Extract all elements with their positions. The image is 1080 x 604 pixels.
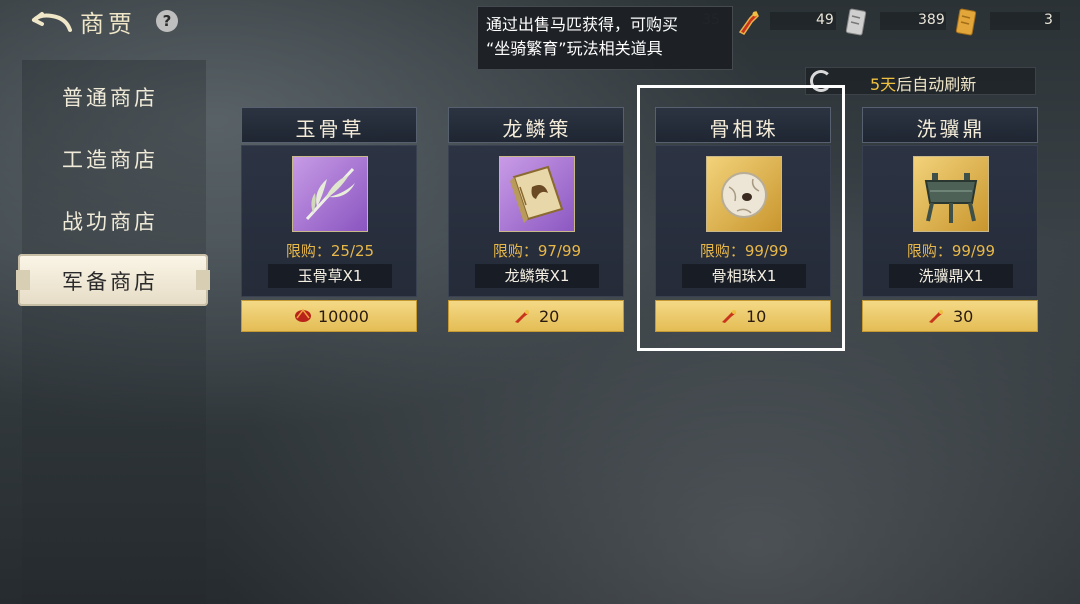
item-title-bar: 玉骨草	[241, 107, 417, 143]
herb-icon	[292, 156, 368, 232]
horse-token-icon	[929, 310, 943, 323]
tripod-cauldron-icon	[913, 156, 989, 232]
sidebar-item-merit-shop[interactable]: 战功商店	[62, 206, 158, 236]
tab-cap-right	[196, 270, 210, 290]
item-body: 限购：99/99 洗骥鼎X1	[862, 145, 1038, 297]
currency-gold-plate: 389	[880, 6, 990, 36]
currency-silver-plate: 49	[770, 6, 880, 36]
horse-token-icon	[738, 10, 759, 35]
item-quantity: 玉骨草X1	[268, 264, 392, 288]
purchase-limit: 限购：97/99	[492, 242, 582, 260]
item-quantity: 洗骥鼎X1	[889, 264, 1013, 288]
red-token-icon	[295, 308, 311, 322]
refresh-days: 5天	[870, 75, 897, 94]
refresh-suffix: 后自动刷新	[896, 75, 977, 94]
item-title-bar: 洗骥鼎	[862, 107, 1038, 143]
back-arrow-icon[interactable]	[30, 8, 74, 36]
item-quantity: 龙鳞策X1	[475, 264, 599, 288]
currency-value: 49	[816, 12, 834, 28]
gold-plate-icon	[955, 8, 977, 36]
sidebar-item-normal-shop[interactable]: 普通商店	[62, 82, 158, 112]
sidebar-item-armament-shop[interactable]: 军备商店	[16, 254, 210, 306]
purchase-limit: 限购：25/25	[285, 242, 375, 260]
item-price: 20	[539, 307, 560, 326]
item-body: 限购：25/25 玉骨草X1	[241, 145, 417, 297]
sidebar-item-label: 军备商店	[62, 270, 158, 294]
book-icon	[499, 156, 575, 232]
shop-item-card[interactable]: 洗骥鼎 限购：99/99 洗骥鼎X1 30	[862, 107, 1038, 333]
item-name: 玉骨草	[295, 117, 365, 141]
tooltip-line-1: 通过出售马匹获得，可购买	[486, 15, 679, 34]
sidebar-item-craft-shop[interactable]: 工造商店	[62, 144, 158, 174]
item-name: 龙鳞策	[502, 117, 572, 141]
item-price: 30	[953, 307, 974, 326]
currency-other: 3	[990, 6, 1070, 36]
selection-highlight	[637, 85, 845, 351]
shop-sidebar	[22, 60, 206, 604]
silver-plate-icon	[845, 8, 867, 36]
horse-token-icon	[515, 310, 529, 323]
item-body: 限购：97/99 龙鳞策X1	[448, 145, 624, 297]
page-title: 商贾	[80, 10, 136, 38]
purchase-limit: 限购：99/99	[906, 242, 996, 260]
currency-value: 389	[918, 12, 945, 28]
buy-button[interactable]: 30	[862, 300, 1038, 332]
shop-item-card[interactable]: 玉骨草 限购：25/25 玉骨草X1 10000	[241, 107, 417, 333]
buy-button[interactable]: 20	[448, 300, 624, 332]
item-name: 洗骥鼎	[916, 117, 986, 141]
buy-button[interactable]: 10000	[241, 300, 417, 332]
currency-tooltip: 通过出售马匹获得，可购买 “坐骑繁育”玩法相关道具	[477, 6, 733, 70]
item-price: 10000	[318, 307, 369, 326]
tab-cap-left	[16, 270, 30, 290]
tooltip-line-2: “坐骑繁育”玩法相关道具	[486, 39, 663, 58]
refresh-text: 5天后自动刷新	[870, 71, 976, 95]
item-title-bar: 龙鳞策	[448, 107, 624, 143]
help-button[interactable]: ?	[156, 10, 178, 32]
currency-value: 3	[1044, 12, 1053, 28]
shop-item-card[interactable]: 龙鳞策 限购：97/99 龙鳞策X1 20	[448, 107, 624, 333]
